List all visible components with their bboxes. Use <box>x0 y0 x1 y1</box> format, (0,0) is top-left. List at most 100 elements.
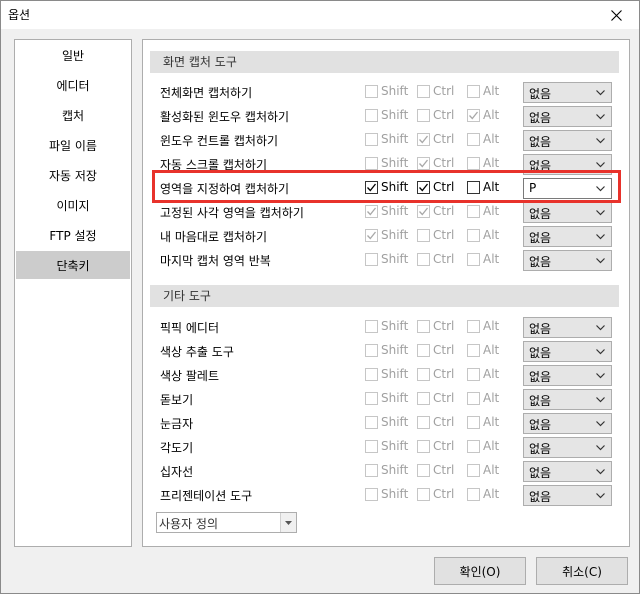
key-select[interactable]: 없음 <box>523 389 612 410</box>
shortcut-label: 색상 팔레트 <box>160 369 220 383</box>
preset-combobox[interactable]: 사용자 정의 <box>156 512 297 533</box>
chevron-down-icon <box>596 210 605 216</box>
shift-checkbox[interactable] <box>365 488 378 501</box>
alt-checkbox[interactable] <box>467 440 480 453</box>
key-select[interactable]: 없음 <box>523 82 612 103</box>
alt-checkbox[interactable] <box>467 181 480 194</box>
cancel-button[interactable]: 취소(C) <box>536 557 628 585</box>
shift-checkbox[interactable] <box>365 109 378 122</box>
alt-checkbox[interactable] <box>467 229 480 242</box>
key-select[interactable]: 없음 <box>523 130 612 151</box>
key-select[interactable]: 없음 <box>523 341 612 362</box>
chevron-down-icon <box>285 520 292 525</box>
ctrl-checkbox[interactable] <box>417 157 430 170</box>
shift-checkbox[interactable] <box>365 344 378 357</box>
key-select[interactable]: 없음 <box>523 365 612 386</box>
ctrl-checkbox[interactable] <box>417 344 430 357</box>
ctrl-checkbox[interactable] <box>417 181 430 194</box>
ctrl-checkbox[interactable] <box>417 253 430 266</box>
check-icon <box>367 231 377 240</box>
ctrl-checkbox[interactable] <box>417 205 430 218</box>
chevron-down-icon <box>596 186 605 192</box>
key-select[interactable]: P <box>523 178 612 199</box>
ctrl-checkbox[interactable] <box>417 392 430 405</box>
ctrl-checkbox[interactable] <box>417 133 430 146</box>
key-value: 없음 <box>529 322 552 336</box>
shift-checkbox[interactable] <box>365 464 378 477</box>
key-select[interactable]: 없음 <box>523 106 612 127</box>
shortcut-label: 영역을 지정하여 캡처하기 <box>160 182 290 196</box>
close-button[interactable] <box>593 1 639 29</box>
sidebar-item[interactable]: 일반 <box>16 41 130 69</box>
shortcut-row: 고정된 사각 영역을 캡처하기 Shift Ctrl Alt 없음 <box>143 200 629 224</box>
shift-label: Shift <box>381 204 409 218</box>
ctrl-checkbox[interactable] <box>417 320 430 333</box>
sidebar-item[interactable]: 에디터 <box>16 71 130 99</box>
alt-checkbox[interactable] <box>467 392 480 405</box>
key-select[interactable]: 없음 <box>523 437 612 458</box>
shift-checkbox[interactable] <box>365 320 378 333</box>
preset-value: 사용자 정의 <box>159 517 219 531</box>
ctrl-label: Ctrl <box>433 156 455 170</box>
alt-checkbox[interactable] <box>467 416 480 429</box>
ctrl-label: Ctrl <box>433 252 455 266</box>
sidebar-item[interactable]: 자동 저장 <box>16 161 130 189</box>
shift-checkbox[interactable] <box>365 440 378 453</box>
ctrl-checkbox[interactable] <box>417 464 430 477</box>
shift-checkbox[interactable] <box>365 181 378 194</box>
key-select[interactable]: 없음 <box>523 250 612 271</box>
alt-checkbox[interactable] <box>467 344 480 357</box>
shortcut-label: 색상 추출 도구 <box>160 345 234 359</box>
dropdown-arrow[interactable] <box>280 513 296 532</box>
shift-checkbox[interactable] <box>365 392 378 405</box>
alt-checkbox[interactable] <box>467 109 480 122</box>
ok-button[interactable]: 확인(O) <box>434 557 526 585</box>
shift-checkbox[interactable] <box>365 253 378 266</box>
shortcut-row: 자동 스크롤 캡처하기 Shift Ctrl Alt 없음 <box>143 152 629 176</box>
ctrl-label: Ctrl <box>433 204 455 218</box>
key-select[interactable]: 없음 <box>523 317 612 338</box>
shift-checkbox[interactable] <box>365 205 378 218</box>
alt-checkbox[interactable] <box>467 157 480 170</box>
shift-checkbox[interactable] <box>365 229 378 242</box>
shift-checkbox[interactable] <box>365 85 378 98</box>
window-title: 옵션 <box>8 8 31 22</box>
shift-checkbox[interactable] <box>365 368 378 381</box>
alt-checkbox[interactable] <box>467 85 480 98</box>
ctrl-checkbox[interactable] <box>417 85 430 98</box>
ctrl-checkbox[interactable] <box>417 416 430 429</box>
sidebar-item[interactable]: 캡처 <box>16 101 130 129</box>
key-select[interactable]: 없음 <box>523 461 612 482</box>
ctrl-label: Ctrl <box>433 84 455 98</box>
ctrl-checkbox[interactable] <box>417 229 430 242</box>
alt-checkbox[interactable] <box>467 464 480 477</box>
alt-checkbox[interactable] <box>467 320 480 333</box>
shift-checkbox[interactable] <box>365 416 378 429</box>
alt-checkbox[interactable] <box>467 205 480 218</box>
ctrl-checkbox[interactable] <box>417 109 430 122</box>
sidebar-item[interactable]: 단축키 <box>16 251 130 279</box>
key-select[interactable]: 없음 <box>523 226 612 247</box>
ctrl-checkbox[interactable] <box>417 488 430 501</box>
shortcut-label: 각도기 <box>160 441 194 455</box>
key-select[interactable]: 없음 <box>523 413 612 434</box>
key-select[interactable]: 없음 <box>523 154 612 175</box>
alt-checkbox[interactable] <box>467 253 480 266</box>
shift-checkbox[interactable] <box>365 157 378 170</box>
sidebar-item[interactable]: FTP 설정 <box>16 221 130 249</box>
alt-checkbox[interactable] <box>467 133 480 146</box>
ctrl-checkbox[interactable] <box>417 440 430 453</box>
alt-checkbox[interactable] <box>467 368 480 381</box>
ctrl-checkbox[interactable] <box>417 368 430 381</box>
chevron-down-icon <box>596 469 605 475</box>
key-select[interactable]: 없음 <box>523 202 612 223</box>
alt-label: Alt <box>483 228 500 242</box>
sidebar-item[interactable]: 파일 이름 <box>16 131 130 159</box>
section-header: 기타 도구 <box>150 285 619 307</box>
alt-checkbox[interactable] <box>467 488 480 501</box>
key-select[interactable]: 없음 <box>523 485 612 506</box>
sidebar-item[interactable]: 이미지 <box>16 191 130 219</box>
shortcut-row: 마지막 캡처 영역 반복 Shift Ctrl Alt 없음 <box>143 248 629 272</box>
key-value: 없음 <box>529 255 552 269</box>
shift-checkbox[interactable] <box>365 133 378 146</box>
